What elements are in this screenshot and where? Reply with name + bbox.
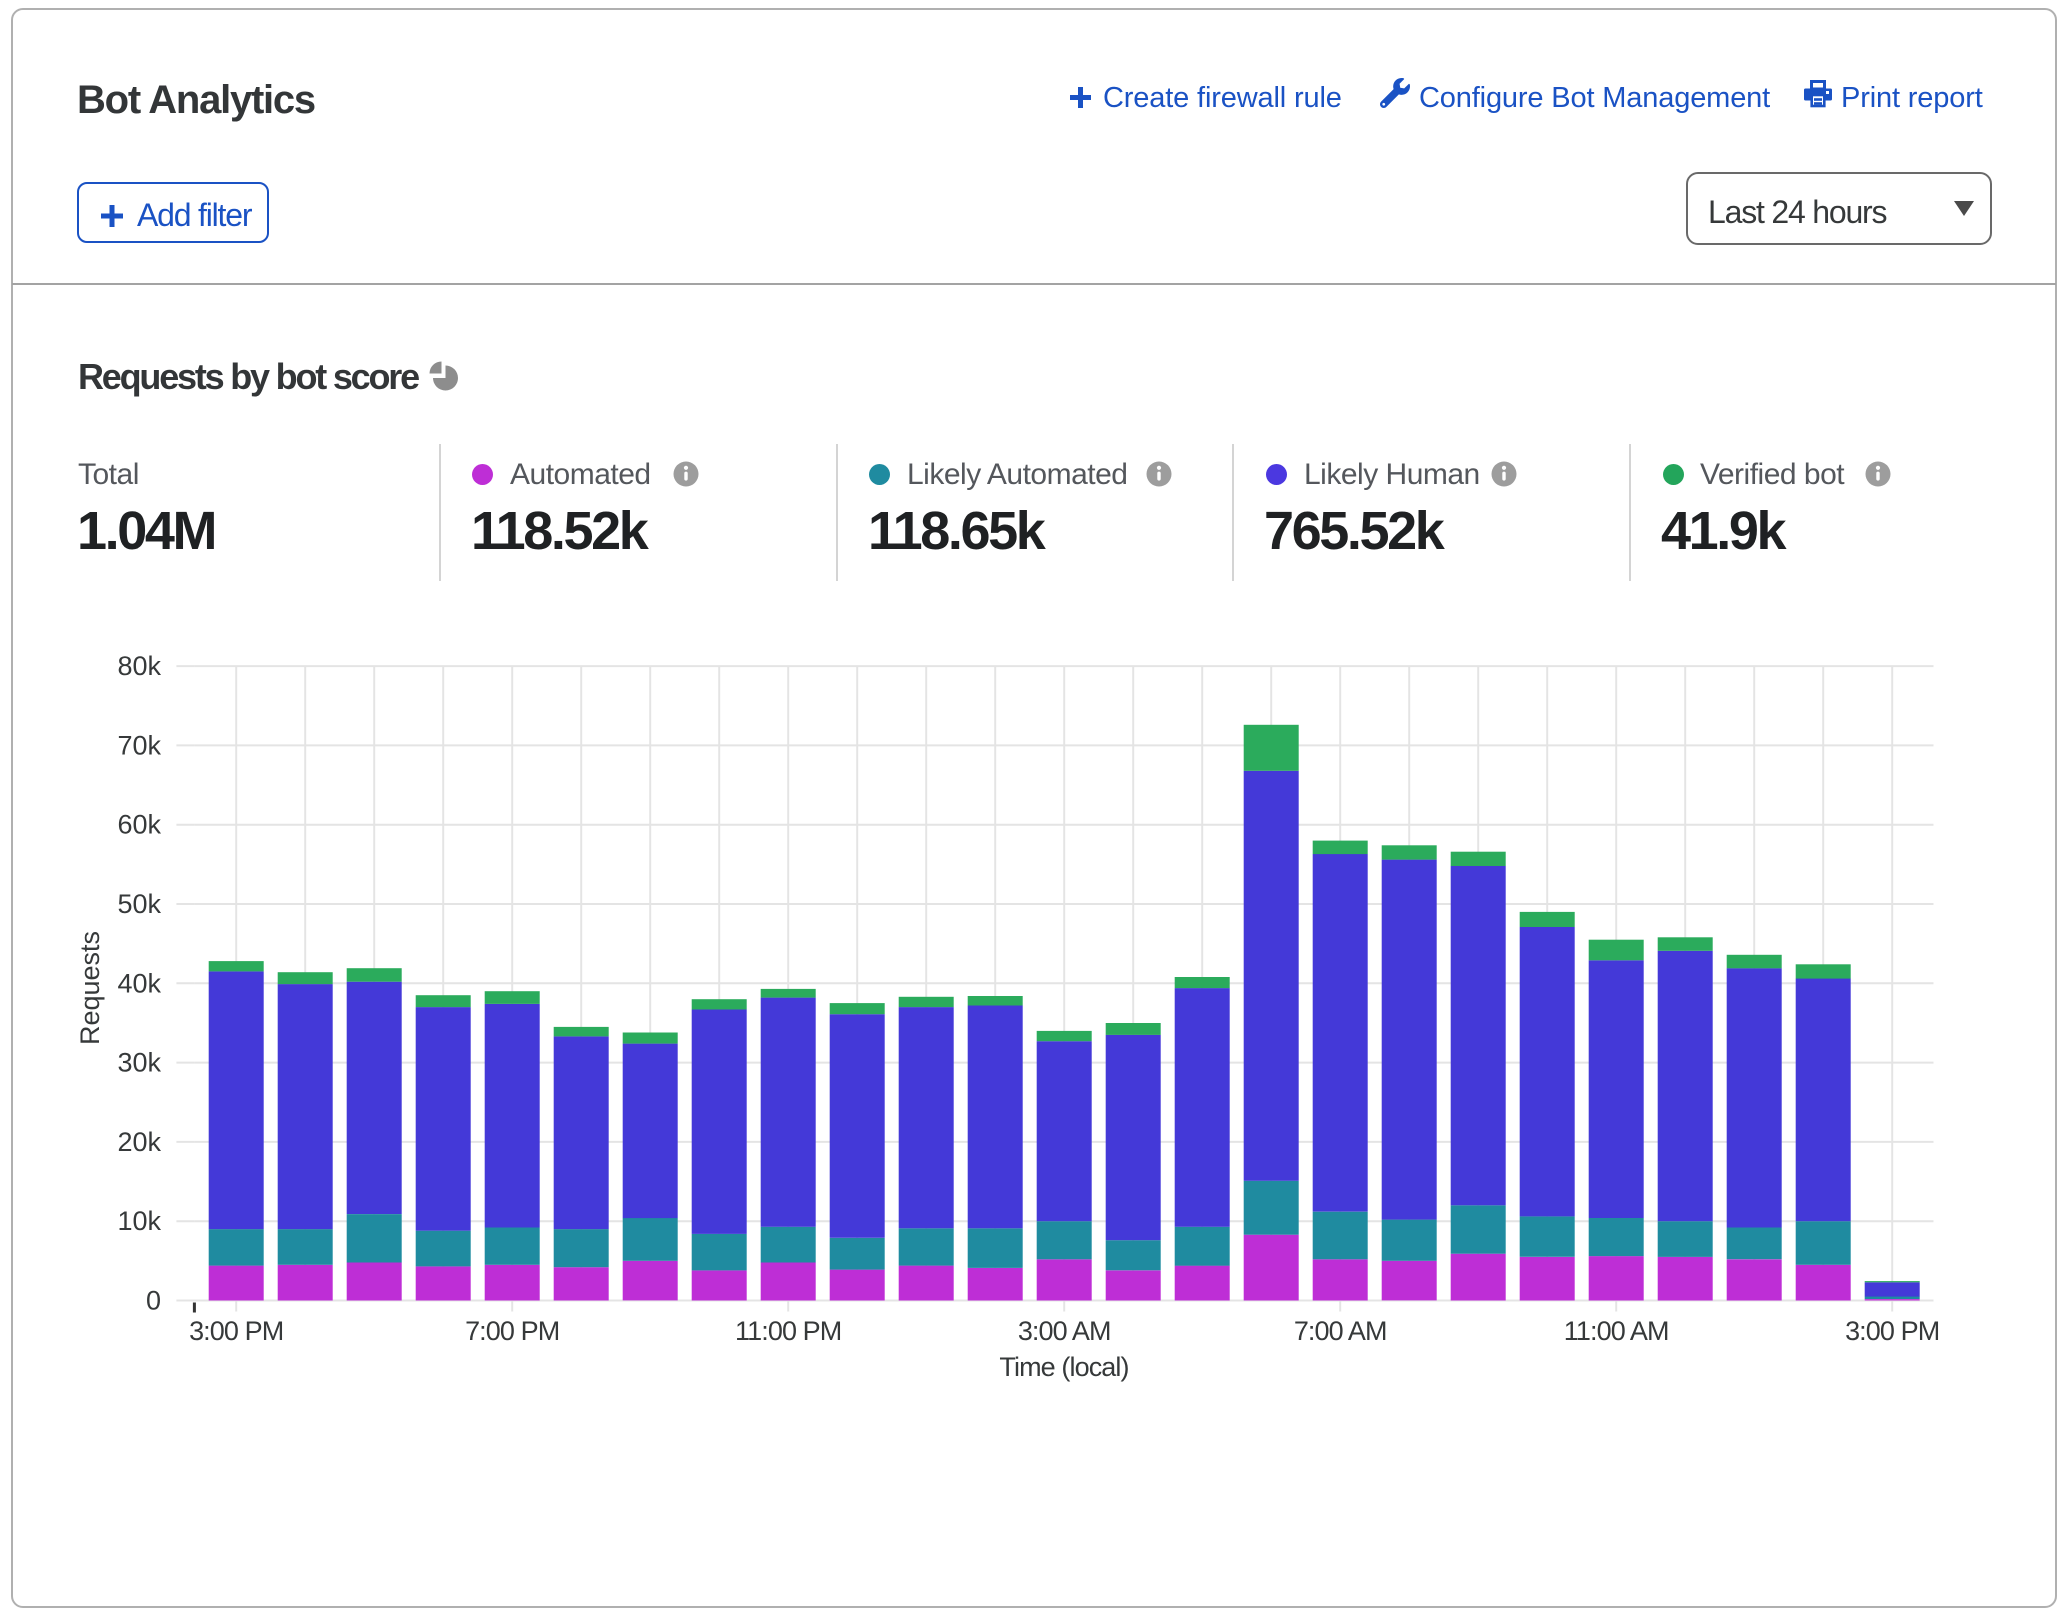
svg-text:30k: 30k — [117, 1048, 161, 1078]
svg-text:60k: 60k — [117, 810, 161, 840]
svg-text:0: 0 — [146, 1286, 161, 1316]
svg-text:Requests: Requests — [75, 931, 105, 1045]
svg-text:11:00 AM: 11:00 AM — [1564, 1316, 1669, 1346]
svg-text:7:00 PM: 7:00 PM — [465, 1316, 559, 1346]
svg-text:50k: 50k — [117, 889, 161, 919]
svg-text:3:00 AM: 3:00 AM — [1018, 1316, 1111, 1346]
svg-text:Time (local): Time (local) — [999, 1352, 1128, 1382]
svg-text:7:00 AM: 7:00 AM — [1294, 1316, 1387, 1346]
svg-text:3:00 PM: 3:00 PM — [1845, 1316, 1939, 1346]
svg-text:80k: 80k — [117, 651, 161, 681]
svg-text:3:00 PM: 3:00 PM — [189, 1316, 283, 1346]
svg-text:70k: 70k — [117, 730, 161, 760]
svg-text:11:00 PM: 11:00 PM — [735, 1316, 841, 1346]
svg-text:10k: 10k — [117, 1206, 161, 1236]
svg-text:40k: 40k — [117, 968, 161, 998]
svg-text:20k: 20k — [117, 1127, 161, 1157]
